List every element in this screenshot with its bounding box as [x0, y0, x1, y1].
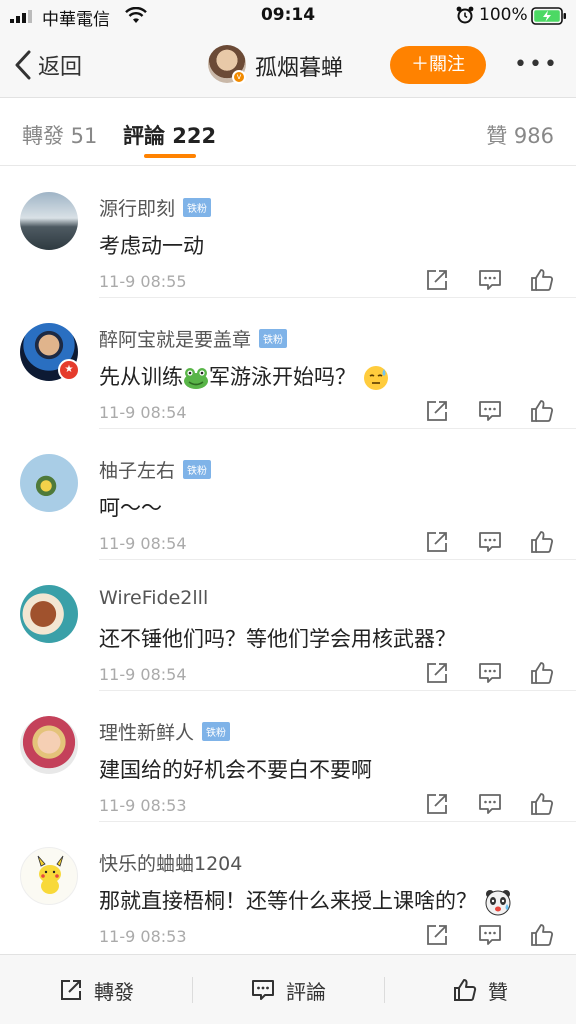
share-icon[interactable] [424, 791, 450, 817]
share-icon[interactable] [424, 529, 450, 555]
reply-icon[interactable] [477, 660, 503, 686]
status-bar: 中華電信 09:14 100% [0, 0, 576, 32]
comment-text: 建国给的好机会不要白不要啊 [99, 758, 372, 782]
comment-text-part: 那就直接梧桐！还等什么来授上课啥的？ [99, 889, 477, 913]
comment-item: 快乐的蛐蛐1204 那就直接梧桐！还等什么来授上课啥的？ 11-9 08:53 [0, 821, 576, 953]
share-icon[interactable] [424, 398, 450, 424]
share-icon[interactable] [424, 922, 450, 948]
like-icon[interactable] [529, 529, 555, 555]
tab-comments[interactable]: 評論 222 [123, 120, 216, 150]
chevron-left-icon [15, 50, 31, 80]
panda-emoji-icon [485, 890, 511, 916]
share-icon[interactable] [424, 267, 450, 293]
author-name[interactable]: 孤烟暮蝉 [255, 50, 343, 82]
comment-item: ★ 醉阿宝就是要盖章 铁粉 先从训练 军游泳开始吗？ 11-9 08:54 [0, 297, 576, 429]
tab-likes[interactable]: 贊 986 [486, 120, 554, 150]
active-tab-indicator [144, 154, 196, 158]
commenter-name[interactable]: WireFide2lll [99, 587, 208, 609]
sweat-emoji-icon [363, 366, 388, 390]
fan-badge: 铁粉 [183, 198, 212, 217]
commenter-name[interactable]: 柚子左右 [99, 456, 175, 483]
back-label: 返回 [38, 55, 83, 80]
like-icon[interactable] [529, 922, 555, 948]
alarm-icon [456, 6, 474, 24]
share-icon[interactable] [424, 660, 450, 686]
commenter-name[interactable]: 快乐的蛐蛐1204 [99, 849, 242, 876]
commenter-avatar[interactable] [20, 192, 78, 250]
commenter-name[interactable]: 理性新鲜人 [99, 718, 194, 745]
nav-bar: 返回 v 孤烟暮蝉 ＋關注 ••• [0, 32, 576, 98]
comment-item: 源行即刻 铁粉 考虑动一动 11-9 08:55 [0, 166, 576, 298]
pikachu-avatar-icon [37, 855, 64, 894]
reply-icon[interactable] [477, 529, 503, 555]
more-options-button[interactable]: ••• [514, 52, 559, 77]
repost-button[interactable]: 轉發 [0, 955, 192, 1024]
comment-icon [252, 980, 274, 1000]
comment-list: 源行即刻 铁粉 考虑动一动 11-9 08:55 ★ 醉阿宝就是要盖章 铁粉 先… [0, 166, 576, 954]
comment-button[interactable]: 評論 [192, 955, 384, 1024]
comment-time: 11-9 08:54 [99, 665, 187, 684]
commenter-avatar[interactable] [20, 716, 78, 774]
comment-time: 11-9 08:55 [99, 272, 187, 291]
thumbs-up-icon [454, 979, 477, 1001]
comment-text: 那就直接梧桐！还等什么来授上课啥的？ [99, 885, 512, 916]
comment-time: 11-9 08:53 [99, 927, 187, 946]
comment-time: 11-9 08:54 [99, 534, 187, 553]
tab-reposts[interactable]: 轉發 51 [22, 120, 97, 150]
fan-badge: 铁粉 [259, 329, 288, 348]
battery-icon [531, 7, 566, 25]
comment-item: 柚子左右 铁粉 呵～～ 11-9 08:54 [0, 428, 576, 560]
comment-text: 还不锤他们吗？等他们学会用核武器？ [99, 627, 456, 651]
back-button[interactable]: 返回 [14, 48, 82, 82]
comment-text: 考虑动一动 [99, 234, 204, 258]
like-icon[interactable] [529, 398, 555, 424]
reply-icon[interactable] [477, 398, 503, 424]
like-icon[interactable] [529, 791, 555, 817]
fan-badge: 铁粉 [183, 460, 212, 479]
verified-badge-icon: ★ [58, 359, 80, 381]
commenter-avatar[interactable] [20, 454, 78, 512]
comment-item: 理性新鲜人 铁粉 建国给的好机会不要白不要啊 11-9 08:53 [0, 690, 576, 822]
comment-text-part: 先从训练 [99, 365, 183, 389]
like-icon[interactable] [529, 660, 555, 686]
like-icon[interactable] [529, 267, 555, 293]
fan-badge: 铁粉 [202, 722, 231, 741]
commenter-avatar[interactable] [20, 585, 78, 643]
bottom-toolbar: 轉發 評論 贊 [0, 954, 576, 1024]
reply-icon[interactable] [477, 791, 503, 817]
comment-text: 呵～～ [99, 496, 162, 520]
comment-time: 11-9 08:54 [99, 403, 187, 422]
commenter-avatar[interactable] [20, 847, 78, 905]
repost-label: 轉發 [94, 979, 134, 1004]
comment-text: 先从训练 军游泳开始吗？ [99, 361, 389, 391]
reply-icon[interactable] [477, 267, 503, 293]
battery-percent: 100% [479, 5, 528, 25]
like-label: 贊 [488, 979, 508, 1004]
comment-time: 11-9 08:53 [99, 796, 187, 815]
commenter-name[interactable]: 醉阿宝就是要盖章 [99, 325, 251, 352]
like-button[interactable]: 贊 [384, 955, 576, 1024]
reply-icon[interactable] [477, 922, 503, 948]
follow-button[interactable]: ＋關注 [390, 46, 486, 84]
repost-icon [61, 980, 81, 1000]
tab-bar: 轉發 51 評論 222 贊 986 [0, 98, 576, 166]
verified-badge-icon: v [232, 70, 246, 84]
comment-label: 評論 [286, 979, 326, 1004]
frog-emoji-icon [184, 368, 208, 389]
comment-text-part: 军游泳开始吗？ [209, 365, 356, 389]
commenter-name[interactable]: 源行即刻 [99, 194, 175, 221]
comment-item: WireFide2lll 还不锤他们吗？等他们学会用核武器？ 11-9 08:5… [0, 559, 576, 691]
